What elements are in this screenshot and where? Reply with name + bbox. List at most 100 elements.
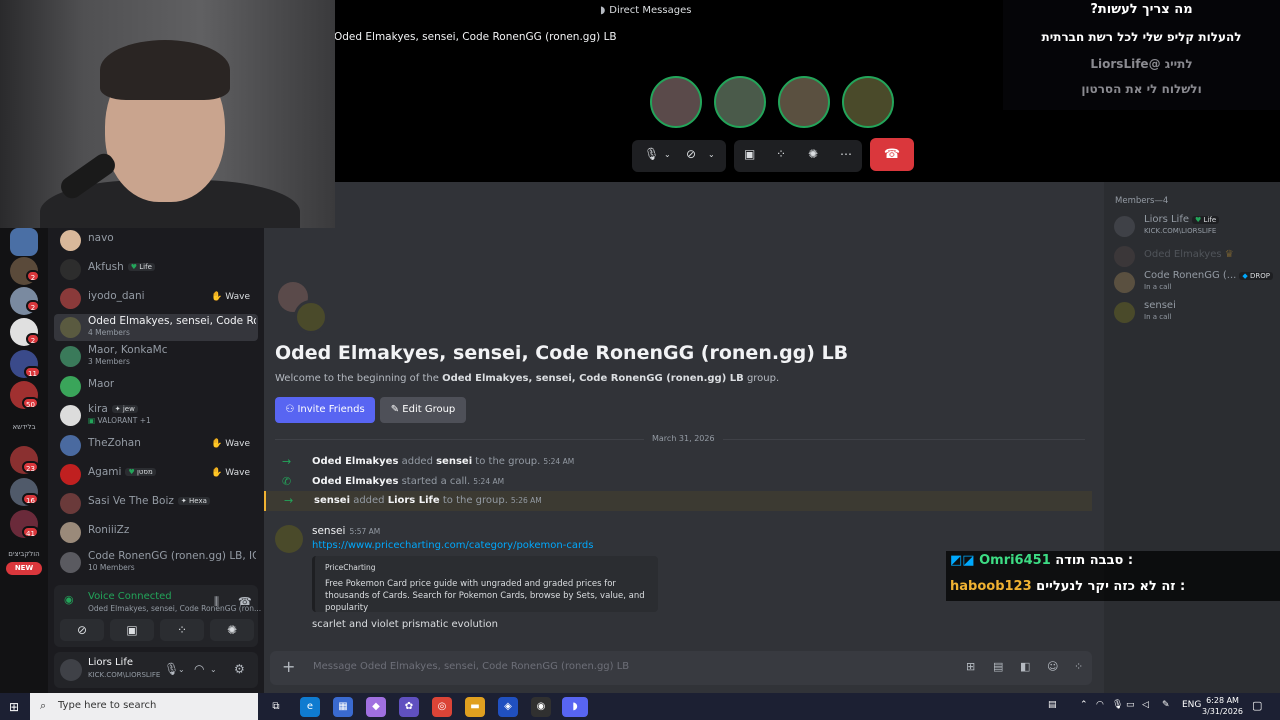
chevron-down-icon[interactable]: ⌄ <box>178 665 185 674</box>
plus-icon[interactable]: + <box>282 657 295 676</box>
chat-line: haboob123 זה לא כזה יקר לנעליים : <box>950 579 1186 594</box>
screen-share-button[interactable]: ▣ <box>110 619 154 641</box>
chevron-down-icon[interactable]: ⌄ <box>664 150 671 159</box>
dm-item[interactable]: Sasi Ve The Boiz ✦ Hexa <box>54 490 258 517</box>
store-icon[interactable]: ▦ <box>333 697 353 717</box>
obs-icon[interactable]: ◉ <box>531 697 551 717</box>
server-icon[interactable] <box>10 228 38 256</box>
dm-item[interactable]: Maor, KonkaMc 3 Members <box>54 343 258 370</box>
wifi-icon[interactable]: ◠ <box>1096 700 1104 710</box>
edge-icon[interactable]: e <box>300 697 320 717</box>
notification-icon[interactable]: ▢ <box>1252 699 1262 712</box>
search-icon: ⌕ <box>40 699 47 712</box>
voice-channel[interactable]: Oded Elmakyes, sensei, Code RonenGG (ron… <box>88 604 261 613</box>
soundboard-button[interactable]: ✺ <box>210 619 254 641</box>
message-author[interactable]: sensei 5:57 AM <box>312 525 380 537</box>
participant-avatar[interactable] <box>842 76 894 128</box>
participant-avatar[interactable] <box>650 76 702 128</box>
user-name: Liors Life <box>88 657 133 668</box>
gear-icon[interactable]: ⚙ <box>234 662 245 676</box>
member-item[interactable]: Liors Life ♥ Life KICK.COM\LIORSLIFE <box>1112 214 1276 240</box>
dm-item[interactable]: iyodo_dani ✋ Wave <box>54 285 258 312</box>
member-item[interactable]: Oded Elmakyes ♛ <box>1112 244 1276 270</box>
activities-icon[interactable]: ⁘ <box>776 147 786 161</box>
activities-button[interactable]: ⁘ <box>160 619 204 641</box>
search-input[interactable]: Type here to search <box>58 700 156 711</box>
dm-item[interactable]: Maor <box>54 373 258 400</box>
headphones-icon[interactable]: ◠ <box>194 662 204 676</box>
clock[interactable]: 6:28 AM 3/31/2026 <box>1202 695 1243 717</box>
clan-tag: ✦ Hexa <box>177 497 210 505</box>
dm-item-active[interactable]: Oded Elmakyes, sensei, Code Rone... 4 Me… <box>54 314 258 341</box>
app-icon[interactable]: ✿ <box>399 697 419 717</box>
wave-button[interactable]: ✋ Wave <box>211 439 250 449</box>
screen-share-icon[interactable]: ▣ <box>744 147 755 161</box>
emoji-icon[interactable]: ☺ <box>1047 660 1058 673</box>
volume-icon[interactable]: ◁ <box>1142 700 1149 710</box>
copilot-icon[interactable]: ◆ <box>366 697 386 717</box>
message-link[interactable]: https://www.pricecharting.com/category/p… <box>312 540 593 551</box>
folder-label: הולקביצים <box>8 550 40 558</box>
microphone-icon[interactable]: 🎙 <box>164 662 179 676</box>
windows-icon[interactable]: ⊞ <box>9 700 19 714</box>
app-icon[interactable]: ◈ <box>498 697 518 717</box>
avatar[interactable] <box>60 659 82 681</box>
unread-badge: 16 <box>22 493 39 505</box>
chevron-down-icon[interactable]: ⌄ <box>210 665 217 674</box>
network-icon[interactable]: ▭ <box>1126 700 1135 710</box>
message-composer[interactable]: + Message Oded Elmakyes, sensei, Code Ro… <box>270 651 1092 685</box>
gif-icon[interactable]: ▤ <box>993 660 1003 673</box>
dm-item[interactable]: TheZohan ✋ Wave <box>54 432 258 459</box>
member-item[interactable]: Code RonenGG (... ◆ DROP In a call <box>1112 270 1276 296</box>
signal-icon[interactable]: ◉ <box>64 593 74 606</box>
phone-icon: ☎ <box>883 147 901 162</box>
chat-line: ◩◪ Omri6451 סבבה תודה : <box>950 553 1134 568</box>
dm-item[interactable]: RoniiiZz <box>54 519 258 546</box>
microphone-icon[interactable]: 🎙 <box>1112 700 1123 710</box>
folder-icon[interactable]: ▬ <box>465 697 485 717</box>
soundboard-icon[interactable]: ✺ <box>808 147 818 161</box>
avatar[interactable] <box>275 525 303 553</box>
dm-item[interactable]: Code RonenGG (ronen.gg) LB, IGZ, ... 10 … <box>54 549 258 576</box>
dm-item[interactable]: Agami ♥ מסטן ✋ Wave <box>54 461 258 488</box>
dm-item[interactable]: Akfush ♥ Life <box>54 256 258 283</box>
disconnect-icon[interactable]: ☎ <box>238 595 252 608</box>
message-input[interactable]: Message Oded Elmakyes, sensei, Code Rone… <box>313 661 629 672</box>
badge-icon: ◩◪ <box>950 553 980 568</box>
keyboard-icon[interactable]: ▤ <box>1048 700 1057 710</box>
participant-avatar[interactable] <box>714 76 766 128</box>
noise-suppression-icon[interactable]: ⫼ <box>214 595 219 609</box>
more-icon[interactable]: ⋯ <box>840 147 852 161</box>
activities-icon: ⁘ <box>176 623 188 637</box>
dm-item[interactable]: kira ✦ jew ▣ VALORANT +1 <box>54 402 258 429</box>
arrow-right-icon: → <box>284 494 294 507</box>
dm-name: Maor <box>88 378 115 390</box>
user-status: KICK.COM\LIORSLIFE <box>88 671 161 679</box>
member-item[interactable]: sensei In a call <box>1112 300 1276 326</box>
participant-avatar[interactable] <box>778 76 830 128</box>
gift-icon[interactable]: ⊞ <box>966 660 975 673</box>
task-view-icon[interactable]: ⧉ <box>266 697 286 717</box>
camera-button[interactable]: ⊘ <box>60 619 104 641</box>
apps-icon[interactable]: ⁘ <box>1074 660 1083 673</box>
new-badge[interactable]: NEW <box>6 562 42 575</box>
chrome-icon[interactable]: ◎ <box>432 697 452 717</box>
discord-icon[interactable]: ◗ <box>562 697 588 717</box>
taskbar-search[interactable]: ⌕ Type here to search <box>30 693 258 720</box>
chevron-up-icon[interactable]: ⌃ <box>1080 700 1088 710</box>
camera-off-icon[interactable]: ⊘ <box>686 147 696 161</box>
edit-group-button[interactable]: ✎ Edit Group <box>380 397 466 423</box>
sticker-icon[interactable]: ◧ <box>1020 660 1030 673</box>
stream-chat-overlay: ◩◪ Omri6451 סבבה תודה : haboob123 זה לא … <box>946 551 1280 601</box>
embed-provider: PriceCharting <box>325 563 376 572</box>
discord-icon: ◗ <box>600 5 606 16</box>
microphone-icon[interactable]: 🎙 <box>644 147 659 161</box>
wave-button[interactable]: ✋ Wave <box>211 292 250 302</box>
wave-button[interactable]: ✋ Wave <box>211 468 250 478</box>
invite-friends-button[interactable]: ⚇ Invite Friends <box>275 397 375 423</box>
hang-up-button[interactable]: ☎ <box>870 138 914 171</box>
pen-icon[interactable]: ✎ <box>1162 700 1170 710</box>
dm-item[interactable]: navo <box>54 227 258 254</box>
language-indicator[interactable]: ENG <box>1182 700 1201 710</box>
chevron-down-icon[interactable]: ⌄ <box>708 150 715 159</box>
